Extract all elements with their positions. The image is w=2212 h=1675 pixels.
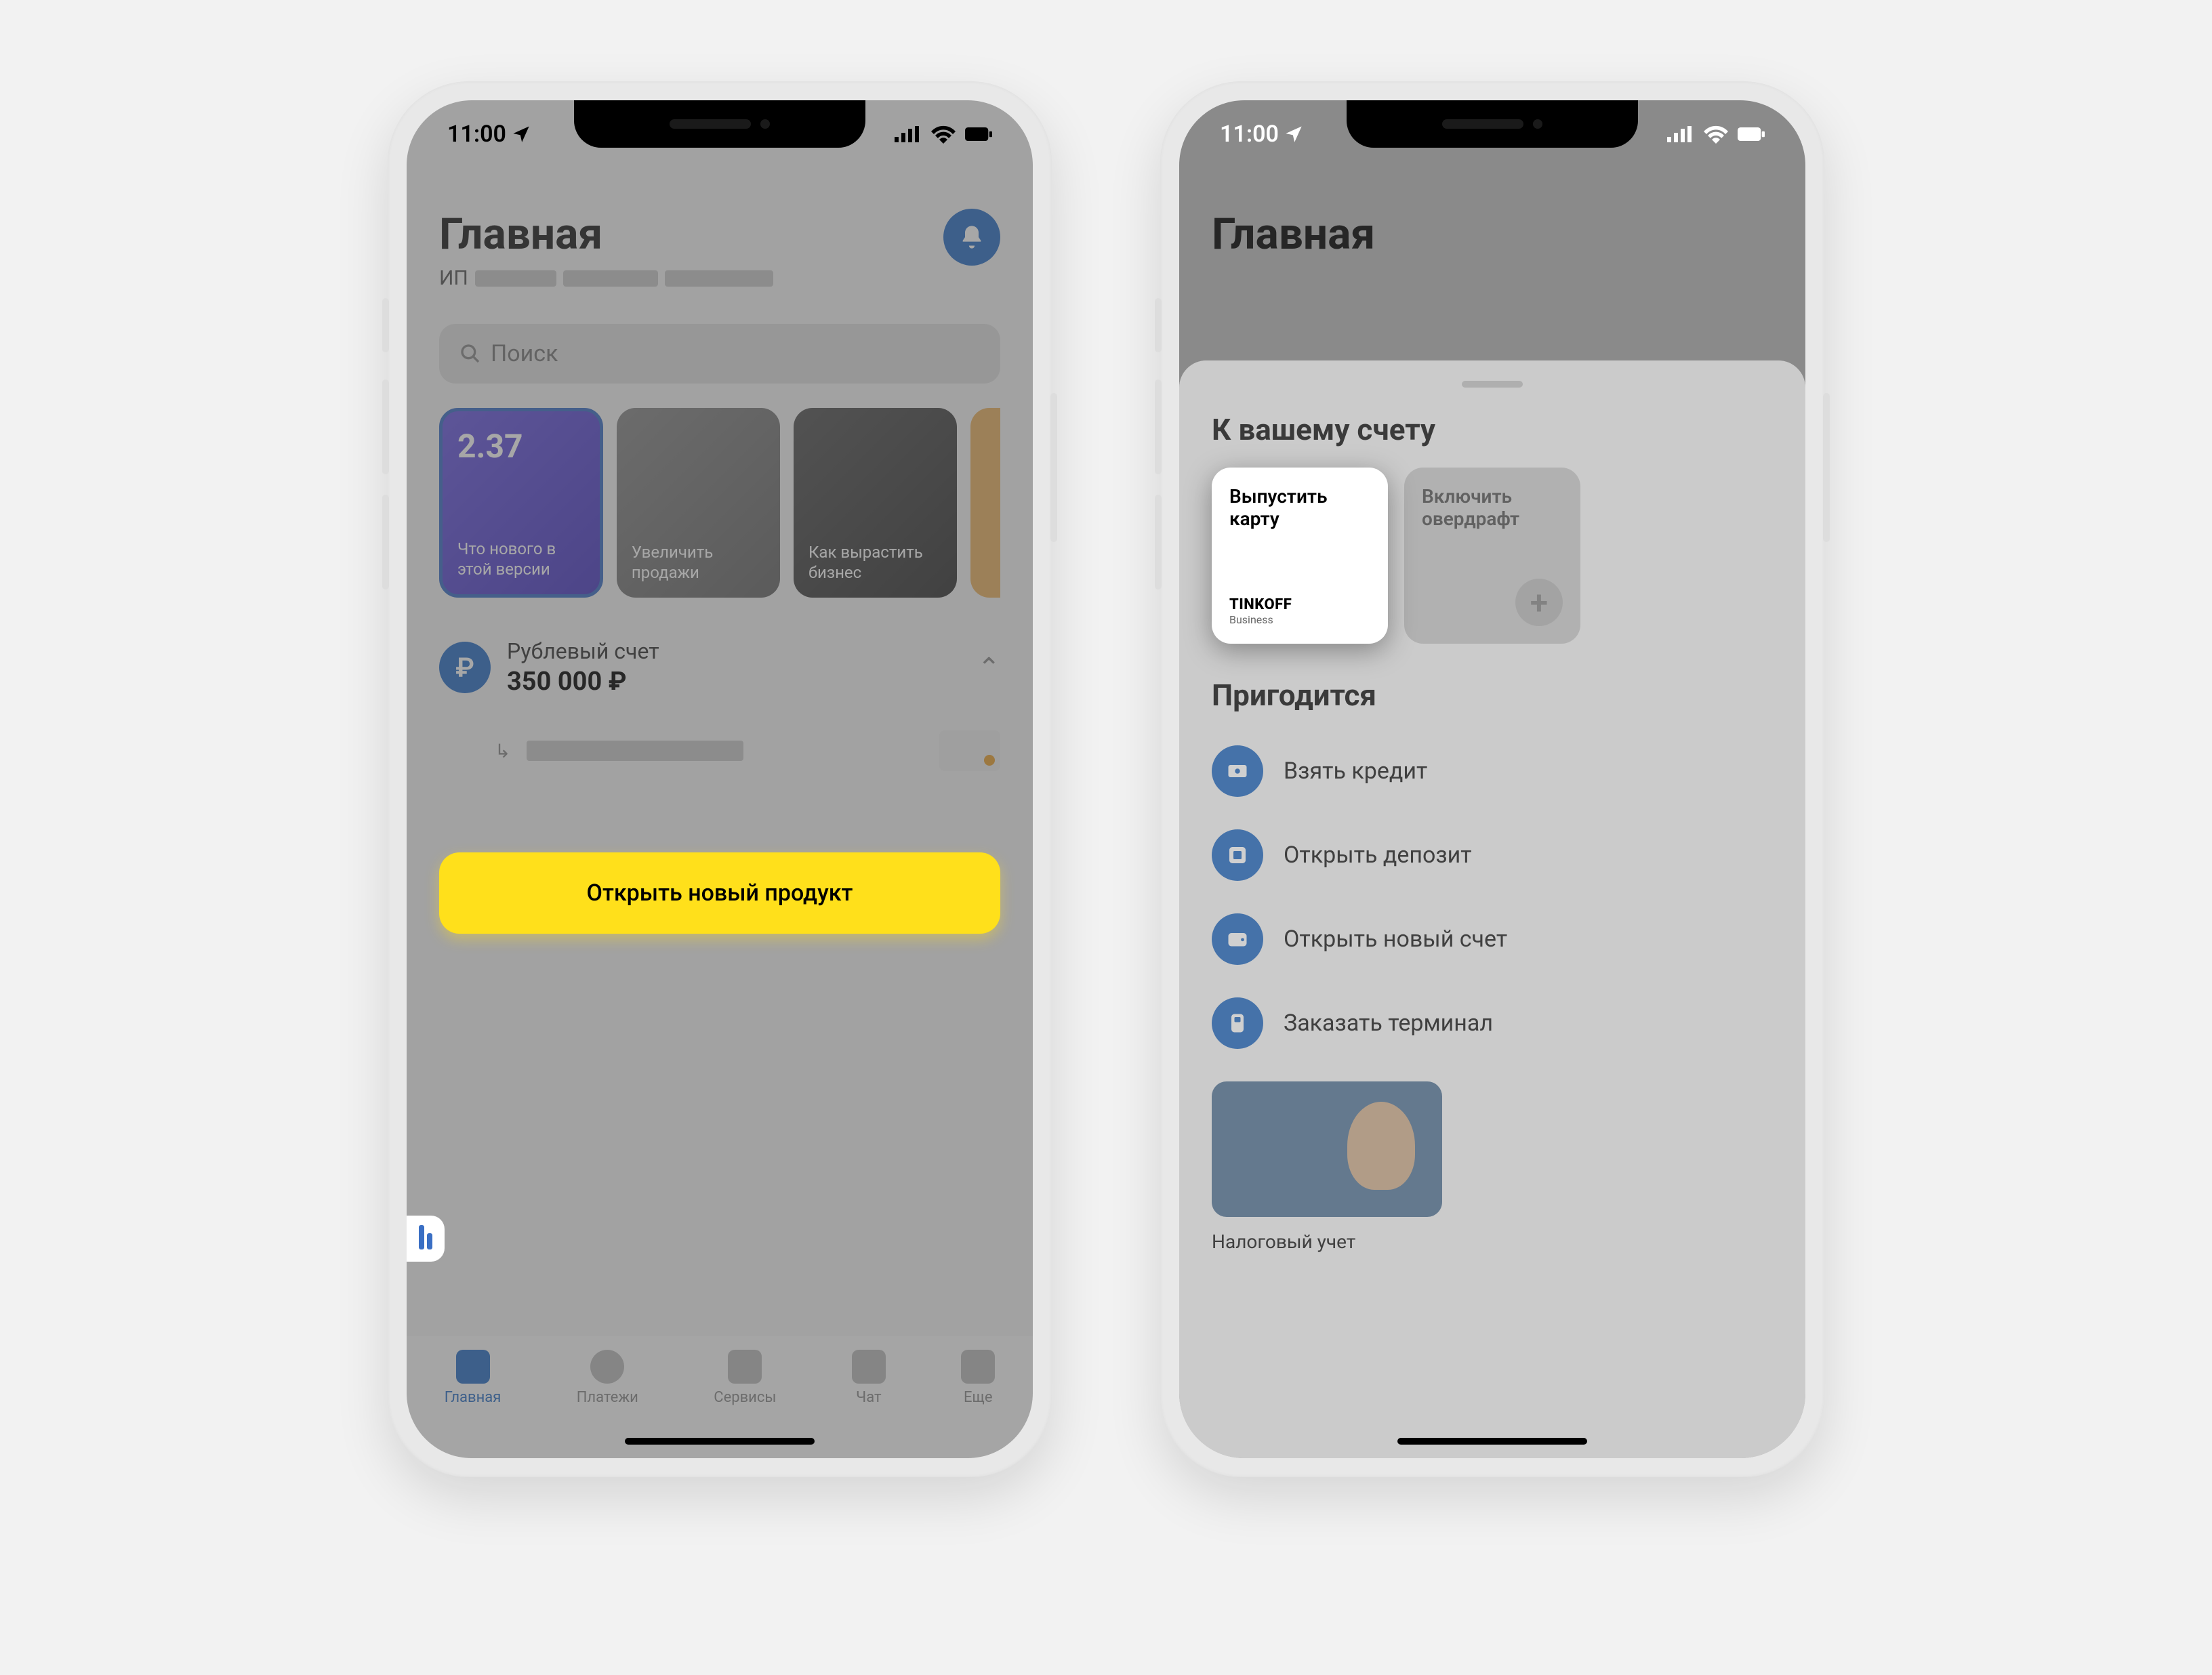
credit-icon xyxy=(1212,745,1263,797)
ruble-icon: ₽ xyxy=(439,642,491,693)
card-row[interactable]: ↳ xyxy=(407,697,1033,771)
card-thumbnail xyxy=(939,730,1000,771)
stories-row: 2.37 Что нового в этой версии Увеличить … xyxy=(407,384,1033,598)
page-title: Главная xyxy=(1212,209,1773,260)
sheet-handle[interactable] xyxy=(1462,381,1523,388)
page-title: Главная xyxy=(439,209,1000,260)
tab-home[interactable]: Главная xyxy=(445,1350,501,1406)
signal-icon xyxy=(895,124,922,144)
more-icon xyxy=(961,1350,995,1384)
home-indicator[interactable] xyxy=(1397,1438,1587,1445)
home-icon xyxy=(456,1350,490,1384)
wifi-icon xyxy=(1702,124,1729,144)
bottom-sheet: К вашему счету Выпустить карту TINKOFF B… xyxy=(1179,360,1805,1458)
account-name: Рублевый счет xyxy=(507,638,961,664)
notifications-button[interactable] xyxy=(943,209,1000,266)
page-header: Главная ИП xyxy=(407,182,1033,304)
payments-icon xyxy=(590,1350,624,1384)
promo-card[interactable] xyxy=(1212,1081,1442,1217)
plus-icon: + xyxy=(1515,579,1563,626)
entity-prefix: ИП xyxy=(439,266,468,290)
terminal-icon xyxy=(1212,997,1263,1049)
story-card[interactable]: Как вырастить бизнес xyxy=(794,408,957,598)
tab-payments[interactable]: Платежи xyxy=(577,1350,638,1406)
option-overdraft[interactable]: Включить овердрафт + xyxy=(1404,468,1580,644)
option-issue-card[interactable]: Выпустить карту TINKOFF Business xyxy=(1212,468,1388,644)
account-row[interactable]: ₽ Рублевый счет 350 000 ₽ ⌃ xyxy=(407,598,1033,697)
location-icon xyxy=(512,124,531,143)
story-card-peek[interactable] xyxy=(970,408,1000,598)
tab-services[interactable]: Сервисы xyxy=(714,1350,776,1406)
home-indicator[interactable] xyxy=(625,1438,815,1445)
page-header: Главная xyxy=(1179,182,1805,273)
wallet-icon xyxy=(1212,913,1263,965)
story-card[interactable]: Увеличить продажи xyxy=(617,408,780,598)
section-title-account: К вашему счету xyxy=(1212,412,1773,447)
account-balance: 350 000 ₽ xyxy=(507,667,961,697)
tab-chat[interactable]: Чат xyxy=(852,1350,886,1406)
side-widget[interactable] xyxy=(407,1216,445,1262)
search-icon xyxy=(459,343,481,365)
open-product-button[interactable]: Открыть новый продукт xyxy=(439,852,1000,934)
wifi-icon xyxy=(930,124,957,144)
bell-icon xyxy=(958,224,985,251)
search-input[interactable]: Поиск xyxy=(439,324,1000,384)
section-title-useful: Пригодится xyxy=(1212,678,1773,713)
phone-mockup-right: 11:00 Главная К вашему счету В xyxy=(1160,81,1824,1477)
status-time: 11:00 xyxy=(1220,121,1279,148)
tab-more[interactable]: Еще xyxy=(961,1350,995,1406)
battery-icon xyxy=(965,124,992,144)
story-card[interactable]: 2.37 Что нового в этой версии xyxy=(439,408,603,598)
phone-mockup-left: 11:00 Главная ИП xyxy=(388,81,1052,1477)
list-item-terminal[interactable]: Заказать терминал xyxy=(1212,985,1773,1061)
location-icon xyxy=(1284,124,1303,143)
chat-icon xyxy=(852,1350,886,1384)
status-time: 11:00 xyxy=(447,121,506,148)
services-icon xyxy=(728,1350,762,1384)
signal-icon xyxy=(1667,124,1694,144)
deposit-icon xyxy=(1212,829,1263,881)
battery-icon xyxy=(1738,124,1765,144)
promo-label: Налоговый учет xyxy=(1212,1231,1773,1253)
chevron-up-icon: ⌃ xyxy=(977,652,1000,684)
list-item-deposit[interactable]: Открыть депозит xyxy=(1212,817,1773,893)
search-placeholder: Поиск xyxy=(491,340,558,367)
list-item-credit[interactable]: Взять кредит xyxy=(1212,733,1773,809)
list-item-new-account[interactable]: Открыть новый счет xyxy=(1212,901,1773,977)
tinkoff-logo: TINKOFF xyxy=(1229,596,1370,613)
